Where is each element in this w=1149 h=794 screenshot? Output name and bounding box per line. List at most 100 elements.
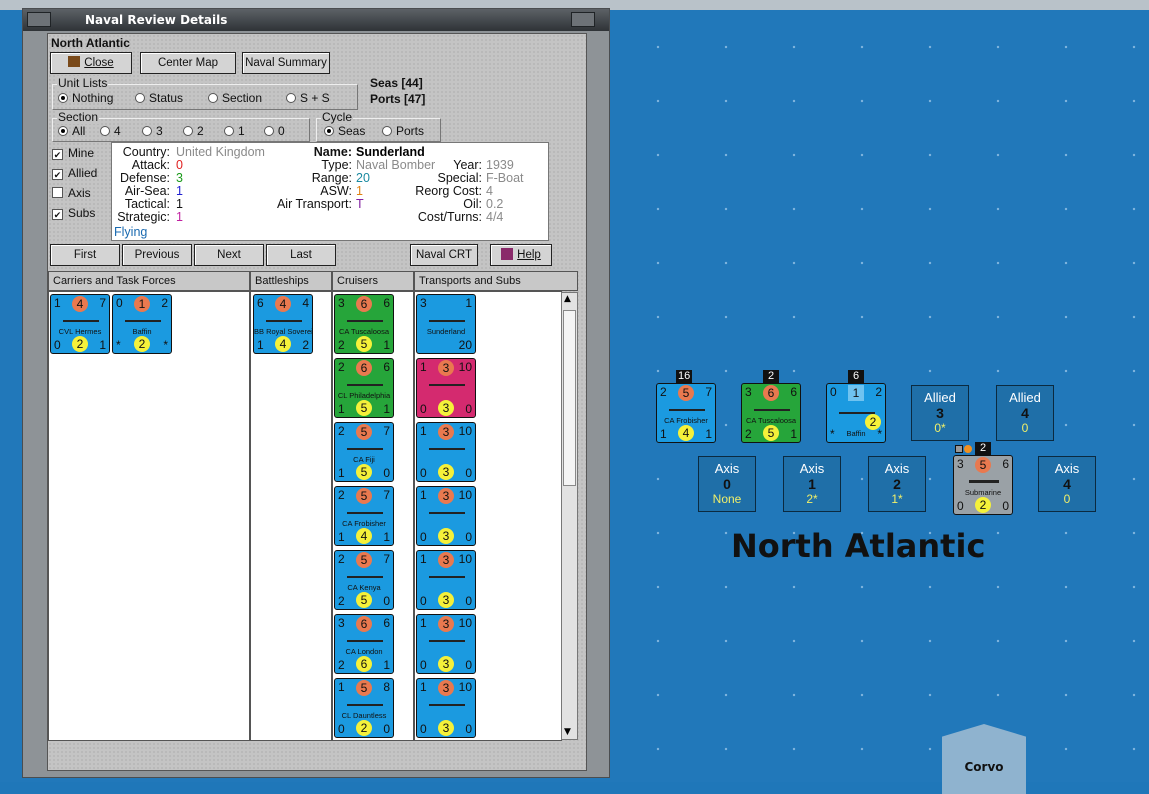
column-header-battleships[interactable]: Battleships [250, 271, 332, 291]
filter-mine[interactable]: ✔ Mine [52, 146, 94, 160]
allied-box-3[interactable]: Allied 3 0* [911, 385, 969, 441]
radio-label: Seas [338, 124, 366, 138]
section-1[interactable]: 1 [224, 124, 245, 138]
unit-card[interactable]: 1 10 0 0 3 3 [416, 358, 476, 418]
counter-value: 3 [338, 616, 345, 630]
box-value: 0* [934, 421, 946, 435]
ship-icon [429, 445, 465, 452]
map-counter-frobisher[interactable]: 2 5 7 CA Frobisher 1 4 1 [656, 383, 716, 443]
cycle-ports[interactable]: Ports [382, 124, 424, 138]
filter-allied[interactable]: ✔ Allied [52, 166, 97, 180]
box-section: 2 [893, 476, 901, 492]
unit-card[interactable]: 641244BB Royal Sovereign [253, 294, 313, 354]
area-name: North Atlantic [51, 36, 130, 50]
scroll-down-icon[interactable]: ▼ [564, 728, 571, 737]
column-header-cruisers[interactable]: Cruisers [332, 271, 414, 291]
radio-label: Nothing [72, 91, 114, 105]
unit-card[interactable]: 3 1 20 Sunderland [416, 294, 476, 354]
counter-value: 1 [383, 658, 390, 672]
map-counter-tuscaloosa[interactable]: 3 6 6 CA Tuscaloosa 2 5 1 [741, 383, 801, 443]
counter-value: 6 [356, 616, 372, 632]
axis-box-2[interactable]: Axis 2 1* [868, 456, 926, 512]
naval-summary-button[interactable]: Naval Summary [242, 52, 330, 74]
unit-card[interactable]: 2 6 1 1 6 5 CL Philadelphia [334, 358, 394, 418]
counter-value: 2 [338, 360, 345, 374]
window-close-icon[interactable] [571, 12, 595, 27]
section-3[interactable]: 3 [142, 124, 163, 138]
unit-lists-s-plus-s[interactable]: S + S [286, 91, 330, 105]
stack-count: 2 [975, 442, 991, 455]
last-button[interactable]: Last [266, 244, 336, 266]
counter-value: 2 [356, 720, 372, 736]
ship-icon [347, 701, 383, 708]
column-header-transports[interactable]: Transports and Subs [414, 271, 578, 291]
unit-lists-nothing[interactable]: Nothing [58, 91, 113, 105]
window-title[interactable]: Naval Review Details [23, 9, 609, 31]
year-value: 1939 [486, 158, 514, 172]
counter-name: CA Tuscaloosa [338, 327, 390, 336]
counter-value: 0 [957, 499, 964, 513]
unit-card[interactable]: 1 8 0 0 5 2 CL Dauntless [334, 678, 394, 738]
counter-name: Baffin [132, 327, 152, 336]
unit-lists-section[interactable]: Section [208, 91, 262, 105]
battleships-column [250, 291, 332, 741]
unit-card[interactable]: 1 10 0 0 3 3 [416, 614, 476, 674]
map-counter-baffin[interactable]: 0 1 2 Baffin * 2 * [826, 383, 886, 443]
radio-icon [224, 126, 234, 136]
help-book-icon [501, 248, 514, 260]
unit-card[interactable]: 3 6 2 1 6 6 CA London [334, 614, 394, 674]
counter-value: 5 [356, 592, 372, 608]
attack-value: 0 [176, 158, 183, 172]
unit-card[interactable]: 1 10 0 0 3 3 [416, 550, 476, 610]
unit-card[interactable]: 1 10 0 0 3 3 [416, 486, 476, 546]
unit-card[interactable]: 3 6 2 1 6 5 CA Tuscaloosa [334, 294, 394, 354]
unit-card[interactable]: 2 7 2 0 5 5 CA Kenya [334, 550, 394, 610]
counter-value: 6 [257, 296, 264, 310]
section-2[interactable]: 2 [183, 124, 204, 138]
section-4[interactable]: 4 [100, 124, 121, 138]
counter-value: 2 [338, 552, 345, 566]
unit-card[interactable]: 2 7 1 0 5 5 CA Fiji [334, 422, 394, 482]
scrollbar-thumb[interactable] [563, 310, 576, 486]
window-menu-icon[interactable] [27, 12, 51, 27]
counter-value: 6 [1002, 457, 1009, 471]
column-header-carriers[interactable]: Carriers and Task Forces [48, 271, 250, 291]
ship-icon [125, 317, 161, 324]
help-button[interactable]: Help [490, 244, 552, 266]
section-all[interactable]: All [58, 124, 85, 138]
map-port-corvo[interactable]: Corvo [942, 724, 1026, 794]
unit-card[interactable]: 1 7 0 1 4 2 CVL Hermes [50, 294, 110, 354]
counter-value: 3 [438, 592, 454, 608]
box-value: 1* [891, 492, 903, 506]
axis-box-0[interactable]: Axis 0 None [698, 456, 756, 512]
unit-card[interactable]: 1 10 0 0 3 3 [416, 422, 476, 482]
cycle-seas[interactable]: Seas [324, 124, 365, 138]
unit-lists-status[interactable]: Status [135, 91, 183, 105]
allied-box-4[interactable]: Allied 4 0 [996, 385, 1054, 441]
filter-axis[interactable]: Axis [52, 186, 91, 200]
counter-value: 1 [848, 385, 864, 401]
transports-scrollbar[interactable]: ▲ ▼ [561, 292, 578, 740]
naval-crt-button[interactable]: Naval CRT [410, 244, 478, 266]
close-button[interactable]: Close [50, 52, 132, 74]
unit-card[interactable]: 0 2 * * 1 2 Baffin [112, 294, 172, 354]
scroll-up-icon[interactable]: ▲ [564, 295, 571, 304]
ship-icon [347, 637, 383, 644]
map-counter-submarine[interactable]: 3 5 6 Submarine 0 2 0 [953, 455, 1013, 515]
filter-subs[interactable]: ✔ Subs [52, 206, 95, 220]
first-button[interactable]: First [50, 244, 120, 266]
center-map-button[interactable]: Center Map [140, 52, 236, 74]
axis-box-4[interactable]: Axis 4 0 [1038, 456, 1096, 512]
counter-value: 4 [275, 296, 291, 312]
country-label: Country: [122, 145, 170, 159]
section-0[interactable]: 0 [264, 124, 285, 138]
axis-box-1[interactable]: Axis 1 2* [783, 456, 841, 512]
range-label: Range: [311, 171, 352, 185]
radio-icon [142, 126, 152, 136]
next-button[interactable]: Next [194, 244, 264, 266]
previous-button[interactable]: Previous [122, 244, 192, 266]
unit-card[interactable]: 2 7 1 1 5 4 CA Frobisher [334, 486, 394, 546]
unit-card[interactable]: 1 10 0 0 3 3 [416, 678, 476, 738]
counter-value: 0 [465, 594, 472, 608]
counter-value: 7 [705, 385, 712, 399]
